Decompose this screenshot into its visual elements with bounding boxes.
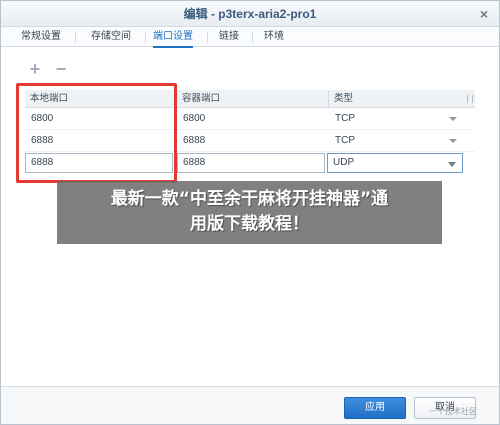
tab-storage[interactable]: 存储空间 bbox=[85, 27, 137, 47]
dialog-title: 编辑 - p3terx-aria2-pro1 bbox=[183, 7, 317, 21]
tab-links[interactable]: 链接 bbox=[214, 27, 244, 47]
tab-divider bbox=[145, 32, 146, 43]
tab-divider bbox=[75, 32, 76, 43]
container-port-cell[interactable]: 6800 bbox=[177, 108, 329, 130]
dialog-footer: 应用 取消 bbox=[1, 386, 499, 424]
tab-environment[interactable]: 环境 bbox=[259, 27, 289, 47]
type-select[interactable]: UDP bbox=[327, 153, 463, 173]
container-port-input[interactable]: 6888 bbox=[177, 153, 325, 173]
remove-icon[interactable]: − bbox=[53, 60, 69, 78]
close-icon[interactable]: × bbox=[477, 7, 491, 21]
container-port-cell[interactable]: 6888 bbox=[177, 130, 329, 152]
dialog-titlebar: 编辑 - p3terx-aria2-pro1 × bbox=[1, 1, 499, 27]
apply-button[interactable]: 应用 bbox=[344, 397, 406, 419]
chevron-down-icon[interactable] bbox=[449, 117, 457, 121]
tab-general[interactable]: 常规设置 bbox=[15, 27, 67, 47]
annotation-highlight-box bbox=[16, 83, 177, 183]
header-container-port[interactable]: 容器端口 bbox=[177, 90, 329, 108]
chevron-down-icon[interactable] bbox=[448, 162, 456, 167]
tab-port-settings[interactable]: 端口设置 bbox=[153, 27, 193, 48]
overlay-banner: 最新一款“中至余干麻将开挂神器”通 用版下载教程！ bbox=[57, 181, 442, 244]
tab-divider bbox=[252, 32, 253, 43]
column-menu-icon[interactable] bbox=[467, 95, 473, 103]
add-icon[interactable]: + bbox=[27, 60, 43, 78]
tab-divider bbox=[207, 32, 208, 43]
header-type[interactable]: 类型 bbox=[329, 90, 475, 108]
tab-bar: 常规设置 存储空间 端口设置 链接 环境 bbox=[1, 27, 499, 48]
chevron-down-icon[interactable] bbox=[449, 139, 457, 143]
watermark-text: 一个技术社区 bbox=[429, 407, 477, 416]
overlay-headline: 最新一款“中至余干麻将开挂神器”通 用版下载教程！ bbox=[110, 189, 389, 234]
edit-dialog: 编辑 - p3terx-aria2-pro1 × 常规设置 存储空间 端口设置 … bbox=[0, 0, 500, 425]
